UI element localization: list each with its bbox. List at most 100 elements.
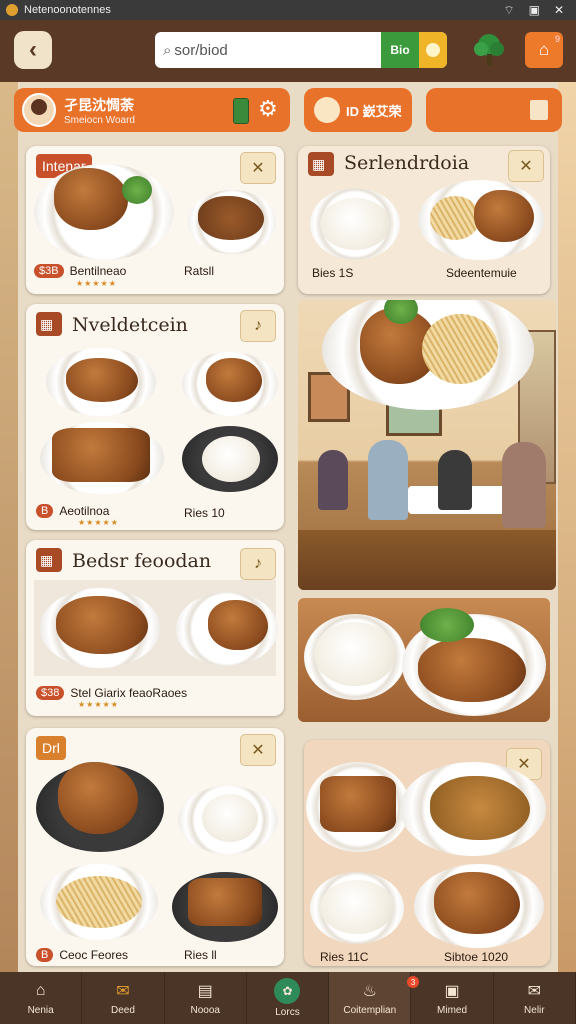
grilled-meat-image: [418, 638, 526, 702]
mail-icon: ✉: [527, 983, 542, 1000]
sliced-meat-image: [188, 878, 262, 926]
wifi-icon: ⌔: [503, 2, 515, 17]
app-icon: [6, 4, 18, 16]
price-badge: $3B: [34, 264, 64, 278]
rice-bowl-icon: [314, 97, 340, 123]
menu-card[interactable]: ✕ Ries 11C Sibtoe 1020: [304, 740, 550, 966]
bag-icon: ▣: [444, 983, 460, 1000]
dish-name: Sibtoe 1020: [444, 950, 509, 964]
dish-name: Aeotilnoa: [59, 504, 110, 518]
price-badge: B: [36, 948, 54, 962]
toggle-button[interactable]: [419, 32, 447, 68]
app-title: Netenoonotennes: [24, 4, 111, 16]
rating-stars: ★★★★★: [76, 279, 117, 288]
profile-bar[interactable]: 孑昆沈惆荼 Smeiocn Woard ⚙: [14, 88, 290, 132]
menu-card[interactable]: ▦ Nveldetcein ♪ B Aeotilnoa Ries 10 ★★★★…: [26, 304, 284, 530]
book-icon: ▤: [197, 983, 213, 1000]
nav-item-home[interactable]: ⌂ Nenia: [0, 972, 83, 1024]
nav-item-deed[interactable]: ✉ Deed: [82, 972, 165, 1024]
nav-label: Deed: [110, 1005, 135, 1016]
fried-rice-image: [430, 776, 530, 840]
person-image: [318, 450, 348, 510]
search-bar: ⌕ Bio: [155, 32, 447, 68]
dish-name: Sdeentemuie: [446, 266, 517, 280]
top-bar: ‹ ⌕ Bio ⌂ 9: [0, 20, 576, 82]
close-icon[interactable]: ✕: [554, 3, 564, 18]
greens-image: [122, 176, 152, 204]
toggle-knob-icon: [426, 43, 440, 57]
dish-count: Bies 1S: [312, 266, 354, 280]
nav-label: Nelir: [524, 1005, 545, 1016]
utensils-icon[interactable]: ✕: [240, 152, 276, 184]
nav-item-noooa[interactable]: ▤ Noooa: [165, 972, 247, 1024]
background-wall-right: [558, 82, 576, 972]
background-wall-left: [0, 82, 18, 972]
menu-card[interactable]: ▦ Serlendrdoia ✕ Bies 1S Sdeentemuie: [298, 146, 550, 294]
nav-item-nelir[interactable]: ✉ Nelir: [494, 972, 576, 1024]
nav-item-coitemplian[interactable]: ♨ 3 Coitemplian: [329, 972, 420, 1024]
chicken-image: [58, 762, 138, 834]
card-title: Bedsr feoodan: [72, 550, 212, 572]
beef-image: [474, 190, 534, 242]
rice-image: [320, 880, 394, 934]
rating-stars: ★★★★★: [78, 518, 119, 527]
card-tag-icon: ▦: [36, 312, 62, 336]
dish-count: Ries 10: [184, 506, 225, 520]
price-badge: $38: [36, 686, 65, 700]
gear-icon[interactable]: ⚙: [258, 96, 278, 122]
rice-image: [202, 436, 260, 482]
search-icon: ⌕: [163, 41, 172, 59]
person-image: [368, 440, 408, 520]
dish-count: Ries ll: [184, 948, 217, 962]
cart-button[interactable]: ⌂ 9: [525, 32, 563, 68]
noodles-image: [422, 314, 498, 384]
chairs-image: [298, 530, 556, 590]
roast-image: [206, 358, 262, 402]
search-go-button[interactable]: Bio: [381, 32, 419, 68]
roast-chicken-image: [434, 872, 520, 934]
bag-icon: [530, 100, 548, 120]
card-tag-icon: ▦: [36, 548, 62, 572]
restaurant-photo: [298, 300, 556, 590]
rice-image: [202, 794, 258, 842]
tree-icon[interactable]: [472, 32, 506, 66]
fried-rice-image: [198, 196, 264, 240]
price-badge: B: [36, 504, 54, 518]
window-icon[interactable]: ▣: [529, 3, 540, 18]
profile-subtitle: Smeiocn Woard: [64, 114, 135, 126]
spoon-icon[interactable]: ♪: [240, 310, 276, 342]
envelope-icon: ✉: [116, 983, 130, 1000]
menu-card[interactable]: ▦ Bedsr feoodan ♪ $38 Stel Giarix feaoRa…: [26, 540, 284, 716]
search-input[interactable]: [171, 40, 377, 60]
cart-icon: ⌂: [538, 40, 550, 59]
utensils-icon[interactable]: ✕: [508, 150, 544, 182]
back-button[interactable]: ‹: [14, 31, 52, 69]
roast-image: [208, 600, 268, 650]
menu-card[interactable]: Intenar ✕ $3B Bentilneao Ratsll ★★★★★: [26, 146, 284, 294]
rice-image: [320, 198, 390, 250]
nav-label: Nenia: [27, 1005, 54, 1016]
grilled-meat-image: [56, 596, 148, 654]
chicken-image: [54, 168, 128, 230]
nav-item-lorcs[interactable]: ✿ Lorcs: [247, 972, 330, 1024]
chef-icon: ♨: [362, 983, 377, 1000]
menu-card[interactable]: Drl ✕ B Ceoc Feores Ries ll: [26, 728, 284, 966]
status-bar: Netenoonotennes ⌔ ▣ ✕: [0, 0, 576, 20]
nav-item-mimed[interactable]: ▣ Mimed: [411, 972, 494, 1024]
chevron-left-icon: ‹: [29, 36, 37, 63]
nav-label: Coitemplian: [343, 1005, 397, 1016]
dish-name: Stel Giarix feaoRaoes: [70, 686, 188, 700]
profile-name: 孑昆沈惆荼: [64, 96, 134, 113]
utensils-icon[interactable]: ✕: [240, 734, 276, 766]
filter-chip[interactable]: ID 嶔艾荣: [304, 88, 412, 132]
bottom-nav: ⌂ Nenia ✉ Deed ▤ Noooa ✿ Lorcs ♨ 3 Coite…: [0, 972, 576, 1024]
card-title: Nveldetcein: [72, 314, 188, 336]
nav-label: Mimed: [437, 1005, 468, 1016]
dish-count: Ratsll: [184, 264, 215, 278]
nav-label: Noooa: [190, 1005, 220, 1016]
spoon-icon[interactable]: ♪: [240, 548, 276, 580]
orders-chip[interactable]: [426, 88, 562, 132]
dish-name: Ceoc Feores: [59, 948, 129, 962]
card-title: Serlendrdoia: [344, 152, 470, 174]
home-icon: ⌂: [35, 982, 46, 999]
